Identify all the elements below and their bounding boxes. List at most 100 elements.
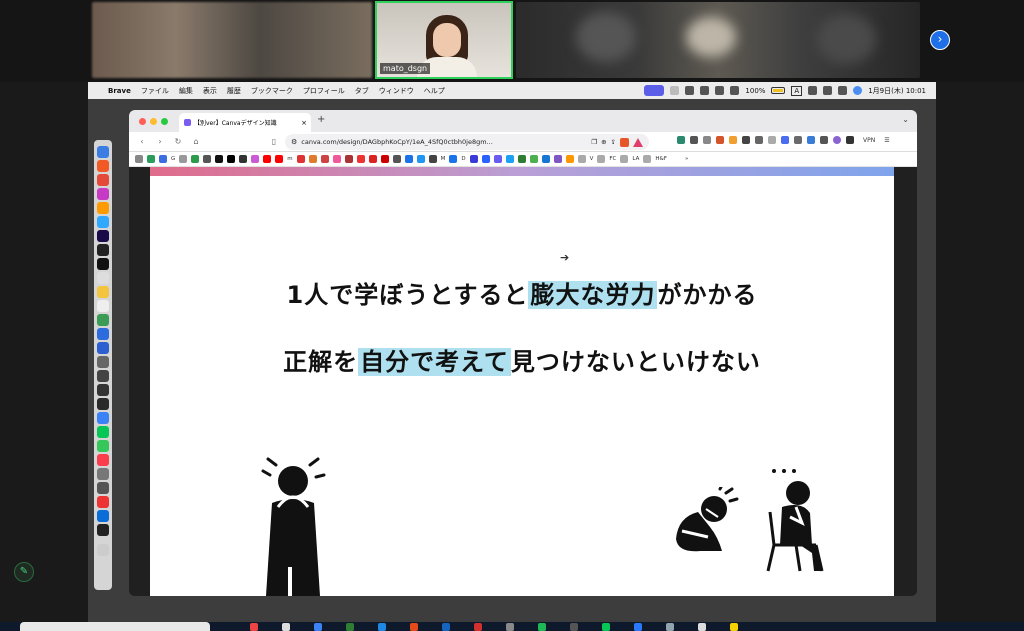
maximize-window-button[interactable] bbox=[161, 118, 168, 125]
netflix-icon[interactable] bbox=[380, 155, 389, 163]
bookmark-icon[interactable] bbox=[135, 155, 143, 163]
taskbar-app-icon[interactable] bbox=[282, 623, 290, 631]
bookmark-icon[interactable] bbox=[215, 155, 224, 163]
close-window-button[interactable] bbox=[139, 118, 146, 125]
tab-canva[interactable]: 【別ver】Canvaデザイン知識 × bbox=[179, 113, 311, 132]
bookmark-icon[interactable] bbox=[147, 155, 155, 163]
bookmark-icon[interactable] bbox=[404, 155, 413, 163]
home-button[interactable]: ⌂ bbox=[191, 137, 201, 146]
url-text[interactable]: canva.com/design/DAGbphKoCpY/1eA_4SfQ0ct… bbox=[301, 138, 587, 146]
line-icon[interactable] bbox=[97, 426, 109, 438]
bookmark-icon[interactable] bbox=[251, 155, 260, 163]
taskbar-search[interactable] bbox=[20, 622, 210, 631]
safari-icon[interactable] bbox=[97, 412, 109, 424]
bookmark-icon[interactable] bbox=[356, 155, 365, 163]
taskbar-app-icon[interactable] bbox=[314, 623, 322, 631]
bookmark-icon[interactable] bbox=[553, 155, 562, 163]
bookmark-icon[interactable] bbox=[416, 155, 425, 163]
menu-history[interactable]: 履歴 bbox=[227, 86, 241, 96]
input-mode[interactable]: A bbox=[791, 85, 803, 96]
extension-icon[interactable] bbox=[768, 136, 776, 144]
capcut-icon[interactable] bbox=[97, 258, 109, 270]
vpn-button[interactable]: VPN bbox=[863, 137, 875, 144]
battery-icon[interactable] bbox=[771, 87, 786, 94]
puzzle-icon[interactable] bbox=[820, 136, 828, 144]
app-icon[interactable] bbox=[97, 328, 109, 340]
participant-tile[interactable] bbox=[516, 2, 920, 78]
brave-shield-icon[interactable] bbox=[620, 137, 629, 147]
menu-bookmarks[interactable]: ブックマーク bbox=[251, 86, 293, 96]
folder-icon[interactable] bbox=[620, 155, 629, 163]
app-icon[interactable] bbox=[97, 300, 109, 312]
menu-tab[interactable]: タブ bbox=[355, 86, 369, 96]
extension-icon[interactable] bbox=[794, 136, 802, 144]
bookmark-folder-label[interactable]: V bbox=[590, 156, 594, 162]
bookmark-icon[interactable] bbox=[428, 155, 437, 163]
drive-icon[interactable] bbox=[191, 155, 200, 163]
site-settings-icon[interactable]: ⚙ bbox=[291, 138, 297, 146]
share-icon[interactable]: ⇪ bbox=[611, 138, 616, 146]
app-icon[interactable] bbox=[97, 524, 109, 536]
minimize-window-button[interactable] bbox=[150, 118, 157, 125]
bluetooth-icon[interactable] bbox=[700, 86, 710, 95]
taskbar-app-icon[interactable] bbox=[346, 623, 354, 631]
annotate-pen-button[interactable]: ✎ bbox=[14, 562, 34, 582]
trash-icon[interactable] bbox=[97, 544, 109, 556]
extension-icon[interactable] bbox=[807, 136, 815, 144]
illustrator-icon[interactable] bbox=[97, 202, 109, 214]
music-icon[interactable] bbox=[97, 454, 109, 466]
bookmark-icon[interactable] bbox=[296, 155, 305, 163]
taskbar-app-icon[interactable] bbox=[410, 623, 418, 631]
chrome-icon[interactable] bbox=[97, 174, 109, 186]
menu-edit[interactable]: 編集 bbox=[179, 86, 193, 96]
zoom-icon[interactable] bbox=[97, 342, 109, 354]
zoom-icon[interactable]: ⊕ bbox=[601, 138, 606, 146]
bookmarks-more-button[interactable]: » bbox=[685, 156, 688, 162]
next-page-button[interactable]: › bbox=[930, 30, 950, 50]
photoshop-icon[interactable] bbox=[97, 216, 109, 228]
participant-tile[interactable] bbox=[92, 2, 372, 78]
bookmark-icon[interactable] bbox=[308, 155, 317, 163]
bookmark-icon[interactable] bbox=[159, 155, 167, 163]
bookmark-icon[interactable] bbox=[449, 155, 458, 163]
app-icon[interactable] bbox=[97, 188, 109, 200]
bookmark-icon[interactable] bbox=[344, 155, 353, 163]
bookmark-icon[interactable] bbox=[529, 155, 538, 163]
extension-icon[interactable] bbox=[703, 136, 711, 144]
extension-icon[interactable] bbox=[781, 136, 789, 144]
back-button[interactable]: ‹ bbox=[137, 137, 147, 146]
timer-icon[interactable] bbox=[730, 86, 740, 95]
bookmark-icon[interactable]: ▯ bbox=[269, 137, 279, 146]
bookmark-folder-label[interactable]: LA bbox=[632, 156, 639, 162]
notes-icon[interactable] bbox=[97, 286, 109, 298]
folder-icon[interactable] bbox=[643, 155, 652, 163]
bookmark-label[interactable]: G bbox=[171, 156, 175, 162]
copy-icon[interactable]: ❐ bbox=[591, 138, 597, 146]
new-tab-button[interactable]: + bbox=[317, 114, 325, 125]
menubar-clock[interactable]: 1月9日(木) 10:01 bbox=[868, 86, 926, 96]
menu-icon[interactable]: ☰ bbox=[884, 137, 889, 144]
premiere-icon[interactable] bbox=[97, 230, 109, 242]
bookmark-icon[interactable] bbox=[517, 155, 526, 163]
bookmark-icon[interactable] bbox=[493, 155, 502, 163]
app-icon[interactable] bbox=[97, 314, 109, 326]
record-icon[interactable] bbox=[715, 86, 725, 95]
app-icon[interactable] bbox=[97, 370, 109, 382]
camera-icon[interactable] bbox=[690, 136, 698, 144]
menu-file[interactable]: ファイル bbox=[141, 86, 169, 96]
menu-view[interactable]: 表示 bbox=[203, 86, 217, 96]
taskbar-app-icon[interactable] bbox=[474, 623, 482, 631]
presentation-slide[interactable]: ➔ 1人で学ぼうとすると膨大な労力がかかる 正解を自分で考えて見つけないといけな… bbox=[150, 167, 894, 596]
taskbar-app-icon[interactable] bbox=[698, 623, 706, 631]
messages-icon[interactable] bbox=[97, 440, 109, 452]
app-icon[interactable] bbox=[97, 482, 109, 494]
chevron-down-icon[interactable]: ⌄ bbox=[902, 115, 909, 124]
bookmark-icon[interactable] bbox=[541, 155, 550, 163]
extension-icon[interactable] bbox=[833, 136, 841, 144]
brave-rewards-icon[interactable] bbox=[633, 137, 643, 147]
bookmark-icon[interactable] bbox=[565, 155, 574, 163]
forward-button[interactable]: › bbox=[155, 137, 165, 146]
taskbar-app-icon[interactable] bbox=[570, 623, 578, 631]
volume-icon[interactable] bbox=[685, 86, 695, 95]
taskbar-app-icon[interactable] bbox=[378, 623, 386, 631]
